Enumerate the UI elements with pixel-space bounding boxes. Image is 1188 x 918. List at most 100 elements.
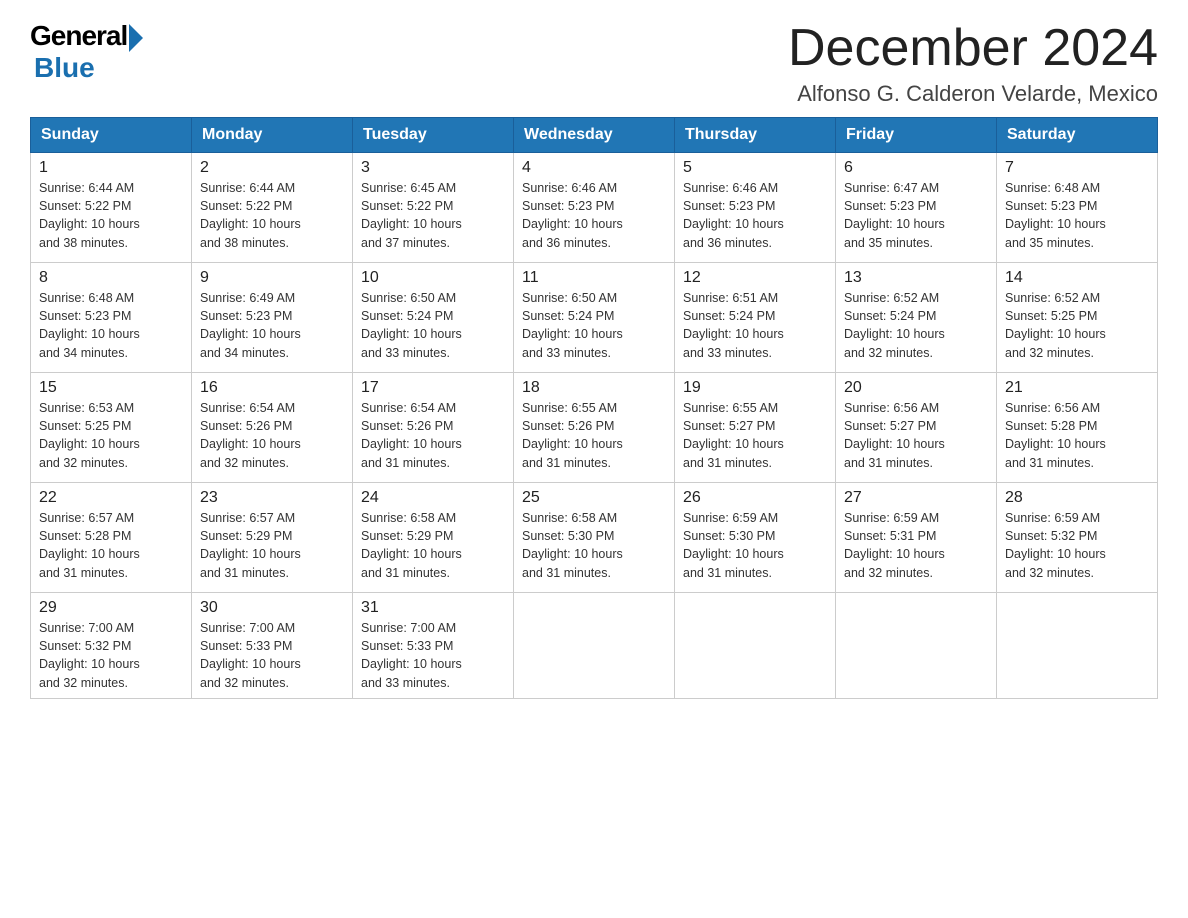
day-info: Sunrise: 6:54 AMSunset: 5:26 PMDaylight:…	[361, 399, 505, 472]
calendar-week-row: 8Sunrise: 6:48 AMSunset: 5:23 PMDaylight…	[31, 263, 1158, 373]
calendar-cell: 15 Sunrise: 6:53 AMSunset: 5:25 PMDayligh…	[31, 373, 192, 483]
day-info: Sunrise: 7:00 AMSunset: 5:33 PMDaylight:…	[200, 619, 344, 692]
calendar-cell: 27 Sunrise: 6:59 AMSunset: 5:31 PMDayligh…	[836, 483, 997, 593]
day-number: 24	[361, 489, 505, 507]
day-number: 7	[1005, 159, 1149, 177]
day-number: 28	[1005, 489, 1149, 507]
location-title: Alfonso G. Calderon Velarde, Mexico	[788, 81, 1158, 107]
logo-arrow-icon	[129, 24, 143, 52]
calendar-cell: 20Sunrise: 6:56 AMSunset: 5:27 PMDayligh…	[836, 373, 997, 483]
logo-general-text: General	[30, 20, 127, 52]
day-info: Sunrise: 6:48 AMSunset: 5:23 PMDaylight:…	[1005, 179, 1149, 252]
day-number: 6	[844, 159, 988, 177]
day-number: 5	[683, 159, 827, 177]
day-number: 26	[683, 489, 827, 507]
day-info: Sunrise: 6:59 AMSunset: 5:30 PMDaylight:…	[683, 509, 827, 582]
day-info: Sunrise: 6:56 AMSunset: 5:28 PMDaylight:…	[1005, 399, 1149, 472]
day-number: 17	[361, 379, 505, 397]
logo-blue-text: Blue	[34, 52, 95, 84]
day-number: 31	[361, 599, 505, 617]
day-info: Sunrise: 6:44 AMSunset: 5:22 PMDaylight:…	[39, 179, 183, 252]
day-info: Sunrise: 6:52 AMSunset: 5:25 PMDaylight:…	[1005, 289, 1149, 362]
calendar-week-row: 1 Sunrise: 6:44 AMSunset: 5:22 PMDaylight…	[31, 153, 1158, 263]
calendar-cell: 1 Sunrise: 6:44 AMSunset: 5:22 PMDaylight…	[31, 153, 192, 263]
title-area: December 2024 Alfonso G. Calderon Velard…	[788, 20, 1158, 107]
page-header: General Blue December 2024 Alfonso G. Ca…	[30, 20, 1158, 107]
day-info: Sunrise: 6:48 AMSunset: 5:23 PMDaylight:…	[39, 289, 183, 362]
day-info: Sunrise: 6:57 AMSunset: 5:28 PMDaylight:…	[39, 509, 183, 582]
day-number: 27	[844, 489, 988, 507]
calendar-cell: 23Sunrise: 6:57 AMSunset: 5:29 PMDayligh…	[192, 483, 353, 593]
day-number: 1	[39, 159, 183, 177]
calendar-cell: 11Sunrise: 6:50 AMSunset: 5:24 PMDayligh…	[514, 263, 675, 373]
day-info: Sunrise: 6:47 AMSunset: 5:23 PMDaylight:…	[844, 179, 988, 252]
day-number: 13	[844, 269, 988, 287]
day-info: Sunrise: 7:00 AMSunset: 5:32 PMDaylight:…	[39, 619, 183, 692]
day-info: Sunrise: 6:51 AMSunset: 5:24 PMDaylight:…	[683, 289, 827, 362]
calendar-cell: 6 Sunrise: 6:47 AMSunset: 5:23 PMDaylight…	[836, 153, 997, 263]
weekday-header-monday: Monday	[192, 118, 353, 153]
day-info: Sunrise: 6:44 AMSunset: 5:22 PMDaylight:…	[200, 179, 344, 252]
weekday-header-friday: Friday	[836, 118, 997, 153]
calendar-cell: 12 Sunrise: 6:51 AMSunset: 5:24 PMDayligh…	[675, 263, 836, 373]
calendar-cell: 5 Sunrise: 6:46 AMSunset: 5:23 PMDaylight…	[675, 153, 836, 263]
day-number: 30	[200, 599, 344, 617]
day-number: 15	[39, 379, 183, 397]
calendar-cell	[836, 593, 997, 699]
day-info: Sunrise: 7:00 AMSunset: 5:33 PMDaylight:…	[361, 619, 505, 692]
calendar-cell: 25Sunrise: 6:58 AMSunset: 5:30 PMDayligh…	[514, 483, 675, 593]
calendar-week-row: 22Sunrise: 6:57 AMSunset: 5:28 PMDayligh…	[31, 483, 1158, 593]
day-number: 19	[683, 379, 827, 397]
weekday-header-sunday: Sunday	[31, 118, 192, 153]
weekday-header-wednesday: Wednesday	[514, 118, 675, 153]
calendar-week-row: 15 Sunrise: 6:53 AMSunset: 5:25 PMDayligh…	[31, 373, 1158, 483]
calendar-cell: 16 Sunrise: 6:54 AMSunset: 5:26 PMDayligh…	[192, 373, 353, 483]
calendar-cell: 2 Sunrise: 6:44 AMSunset: 5:22 PMDaylight…	[192, 153, 353, 263]
weekday-header-tuesday: Tuesday	[353, 118, 514, 153]
calendar-cell	[514, 593, 675, 699]
day-info: Sunrise: 6:55 AMSunset: 5:26 PMDaylight:…	[522, 399, 666, 472]
calendar-cell: 19 Sunrise: 6:55 AMSunset: 5:27 PMDayligh…	[675, 373, 836, 483]
day-number: 3	[361, 159, 505, 177]
day-info: Sunrise: 6:55 AMSunset: 5:27 PMDaylight:…	[683, 399, 827, 472]
day-info: Sunrise: 6:45 AMSunset: 5:22 PMDaylight:…	[361, 179, 505, 252]
calendar-cell: 7 Sunrise: 6:48 AMSunset: 5:23 PMDaylight…	[997, 153, 1158, 263]
calendar-cell: 17 Sunrise: 6:54 AMSunset: 5:26 PMDayligh…	[353, 373, 514, 483]
calendar-cell: 10 Sunrise: 6:50 AMSunset: 5:24 PMDayligh…	[353, 263, 514, 373]
day-number: 10	[361, 269, 505, 287]
day-info: Sunrise: 6:59 AMSunset: 5:31 PMDaylight:…	[844, 509, 988, 582]
calendar-cell: 24Sunrise: 6:58 AMSunset: 5:29 PMDayligh…	[353, 483, 514, 593]
calendar-cell: 18Sunrise: 6:55 AMSunset: 5:26 PMDayligh…	[514, 373, 675, 483]
day-number: 9	[200, 269, 344, 287]
day-info: Sunrise: 6:54 AMSunset: 5:26 PMDaylight:…	[200, 399, 344, 472]
calendar-cell: 21 Sunrise: 6:56 AMSunset: 5:28 PMDayligh…	[997, 373, 1158, 483]
day-info: Sunrise: 6:53 AMSunset: 5:25 PMDaylight:…	[39, 399, 183, 472]
calendar-cell: 13Sunrise: 6:52 AMSunset: 5:24 PMDayligh…	[836, 263, 997, 373]
calendar-cell: 8Sunrise: 6:48 AMSunset: 5:23 PMDaylight…	[31, 263, 192, 373]
calendar-cell	[997, 593, 1158, 699]
calendar-cell	[675, 593, 836, 699]
calendar-cell: 14Sunrise: 6:52 AMSunset: 5:25 PMDayligh…	[997, 263, 1158, 373]
day-info: Sunrise: 6:46 AMSunset: 5:23 PMDaylight:…	[522, 179, 666, 252]
day-number: 2	[200, 159, 344, 177]
logo: General Blue	[30, 20, 143, 84]
weekday-header-thursday: Thursday	[675, 118, 836, 153]
calendar-cell: 22Sunrise: 6:57 AMSunset: 5:28 PMDayligh…	[31, 483, 192, 593]
calendar-cell: 29Sunrise: 7:00 AMSunset: 5:32 PMDayligh…	[31, 593, 192, 699]
day-number: 23	[200, 489, 344, 507]
month-title: December 2024	[788, 20, 1158, 77]
calendar-cell: 28Sunrise: 6:59 AMSunset: 5:32 PMDayligh…	[997, 483, 1158, 593]
day-info: Sunrise: 6:49 AMSunset: 5:23 PMDaylight:…	[200, 289, 344, 362]
day-info: Sunrise: 6:56 AMSunset: 5:27 PMDaylight:…	[844, 399, 988, 472]
calendar-cell: 4Sunrise: 6:46 AMSunset: 5:23 PMDaylight…	[514, 153, 675, 263]
calendar-cell: 30 Sunrise: 7:00 AMSunset: 5:33 PMDayligh…	[192, 593, 353, 699]
day-info: Sunrise: 6:46 AMSunset: 5:23 PMDaylight:…	[683, 179, 827, 252]
day-number: 11	[522, 269, 666, 287]
day-info: Sunrise: 6:58 AMSunset: 5:30 PMDaylight:…	[522, 509, 666, 582]
day-number: 16	[200, 379, 344, 397]
day-number: 12	[683, 269, 827, 287]
calendar-week-row: 29Sunrise: 7:00 AMSunset: 5:32 PMDayligh…	[31, 593, 1158, 699]
calendar-cell: 31 Sunrise: 7:00 AMSunset: 5:33 PMDayligh…	[353, 593, 514, 699]
day-number: 21	[1005, 379, 1149, 397]
day-info: Sunrise: 6:50 AMSunset: 5:24 PMDaylight:…	[361, 289, 505, 362]
